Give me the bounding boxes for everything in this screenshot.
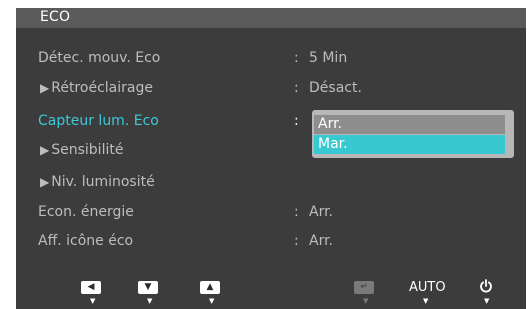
triangle-right-icon: ▶ [40,175,50,189]
button-indicator: ▼ [423,297,429,305]
button-indicator: ▼ [90,297,96,305]
power-icon [480,279,492,293]
arrow-down-icon: ▼ [144,282,152,292]
menu-item-colon: : [294,50,299,66]
menu-item-label: Econ. énergie [38,204,134,220]
button-indicator: ▼ [363,297,369,305]
menu-item-econ-energie[interactable]: Econ. énergie : Arr. [16,202,526,226]
menu-item-colon: : [294,204,299,220]
left-button[interactable]: ◀ ▼ [73,278,113,306]
osd-screen: ECO Détec. mouv. Eco : 5 Min ▶ Rétroéclai… [0,0,532,309]
menu-item-value: 5 Min [309,50,348,66]
enter-icon: ↵ [360,282,368,292]
menu-item-value: Désact. [309,80,362,96]
menu-item-retroeclairage[interactable]: ▶ Rétroéclairage : Désact. [16,78,526,102]
menu-item-value: Arr. [309,204,334,220]
menu-item-colon: : [294,113,299,129]
button-indicator: ▼ [209,297,215,305]
down-button[interactable]: ▼ ▼ [130,278,170,306]
menu-item-label: Aff. icône éco [38,233,134,249]
button-indicator: ▼ [147,297,153,305]
menu-item-label: Rétroéclairage [51,80,153,96]
menu-item-label: Détec. mouv. Eco [38,50,161,66]
dropdown-option-mar[interactable]: Mar. [314,135,505,154]
auto-label: AUTO [409,280,446,295]
triangle-right-icon: ▶ [40,81,50,95]
menu-item-aff-icone-eco[interactable]: Aff. icône éco : Arr. [16,231,526,255]
menu-title: ECO [40,9,71,25]
menu-item-colon: : [294,80,299,96]
title-bar: ECO [16,8,526,28]
menu-item-detec-mouv-eco[interactable]: Détec. mouv. Eco : 5 Min [16,48,526,72]
dropdown-option-arr[interactable]: Arr. [314,115,505,134]
menu-item-colon: : [294,233,299,249]
button-indicator: ▼ [484,297,490,305]
capteur-lum-eco-dropdown[interactable]: Arr. Mar. [312,110,514,158]
menu-item-label: Capteur lum. Eco [38,113,159,129]
up-button[interactable]: ▲ ▼ [192,278,232,306]
menu-item-value: Arr. [309,233,334,249]
auto-button[interactable]: AUTO ▼ [409,278,453,306]
menu-item-niv-luminosite[interactable]: ▶ Niv. luminosité [16,172,526,196]
arrow-up-icon: ▲ [206,282,214,292]
menu-item-label: Sensibilité [51,142,124,158]
menu-item-label: Niv. luminosité [51,174,155,190]
power-button[interactable]: ▼ [471,278,511,306]
triangle-right-icon: ▶ [40,143,50,157]
enter-button[interactable]: ↵ ▼ [346,278,386,306]
button-guide-bar: ◀ ▼ ▼ ▼ ▲ ▼ ↵ ▼ AUTO ▼ ▼ [16,268,526,309]
arrow-left-icon: ◀ [87,282,95,292]
